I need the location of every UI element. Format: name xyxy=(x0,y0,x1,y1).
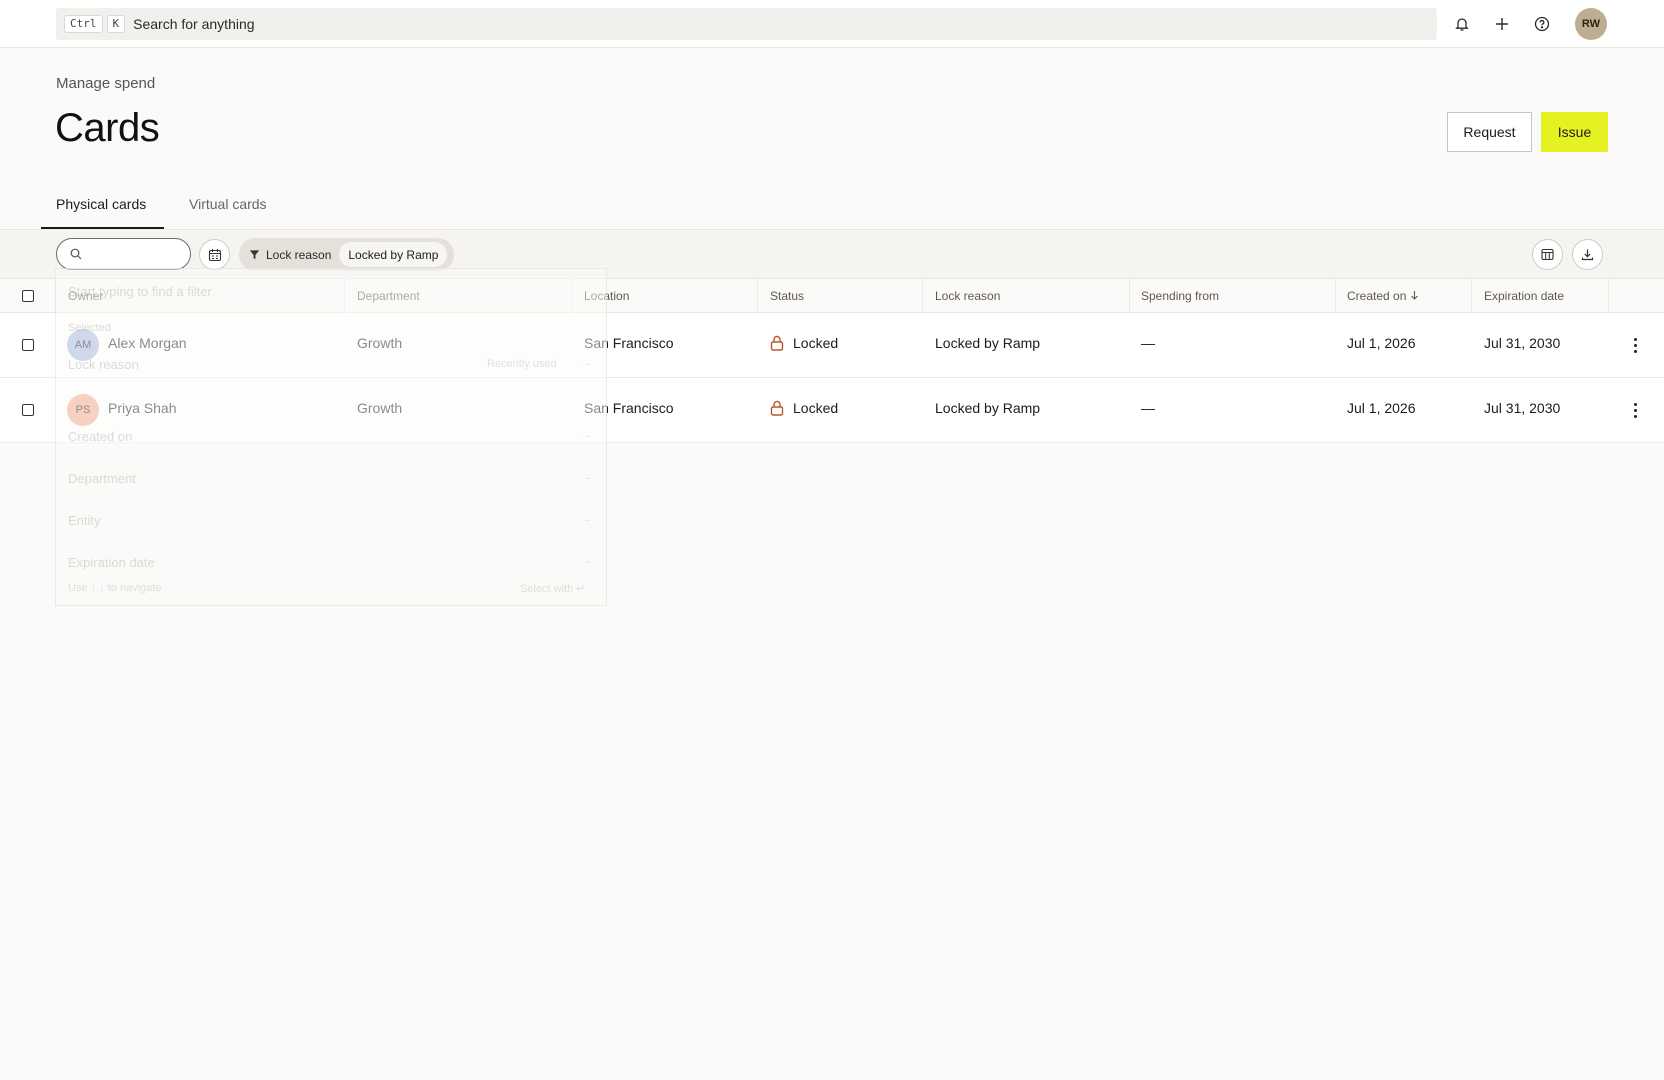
footer-navigate: to navigate xyxy=(107,582,162,594)
bell-icon[interactable] xyxy=(1450,12,1474,36)
col-owner[interactable]: Owner xyxy=(68,289,103,303)
table-search-input[interactable] xyxy=(88,246,183,262)
table-search[interactable] xyxy=(56,238,191,270)
plus-icon[interactable] xyxy=(1490,12,1514,36)
footer-use: Use xyxy=(68,582,88,594)
col-lock-reason[interactable]: Lock reason xyxy=(935,289,1000,303)
col-spending-from[interactable]: Spending from xyxy=(1141,289,1219,303)
breadcrumb[interactable]: Manage spend xyxy=(56,75,155,92)
global-search-placeholder: Search for anything xyxy=(133,16,255,32)
col-department[interactable]: Department xyxy=(357,289,420,303)
spending-from-cell: — xyxy=(1141,335,1155,351)
footer-select: Select with xyxy=(520,583,574,595)
request-button[interactable]: Request xyxy=(1447,112,1532,152)
location-cell: San Francisco xyxy=(584,335,674,351)
col-expiration-date[interactable]: Expiration date xyxy=(1484,289,1564,303)
spending-from-cell: — xyxy=(1141,400,1155,416)
tab-physical-cards[interactable]: Physical cards xyxy=(56,196,146,212)
owner-name[interactable]: Priya Shah xyxy=(108,400,176,416)
issue-button[interactable]: Issue xyxy=(1541,112,1608,152)
col-created-on[interactable]: Created on xyxy=(1347,289,1419,303)
row-checkbox[interactable] xyxy=(22,339,34,351)
tab-virtual-cards[interactable]: Virtual cards xyxy=(189,196,267,212)
table-toolbar: Lock reason Locked by Ramp xyxy=(0,231,1664,278)
department-cell: Growth xyxy=(357,335,403,351)
filter-chip-label: Lock reason xyxy=(266,247,332,262)
row-more-icon[interactable] xyxy=(1628,400,1642,420)
created-on-cell: Jul 1, 2026 xyxy=(1347,335,1416,351)
filter-menu-footer-right: Select with ↵ xyxy=(520,583,586,595)
columns-icon xyxy=(1541,248,1554,261)
filter-options-button[interactable] xyxy=(199,239,230,270)
status-badge: Locked xyxy=(793,335,839,351)
expiration-cell: Jul 31, 2030 xyxy=(1484,335,1561,351)
filter-chip-lock-reason[interactable]: Lock reason Locked by Ramp xyxy=(239,238,454,271)
help-icon[interactable] xyxy=(1530,12,1554,36)
tab-bar: Physical cards Virtual cards xyxy=(0,184,1664,230)
table-header: Owner Department Location Status Lock re… xyxy=(0,278,1664,313)
user-avatar[interactable]: RW xyxy=(1575,8,1607,40)
search-icon xyxy=(70,248,82,260)
col-created-on-label: Created on xyxy=(1347,289,1407,303)
avatar: AM xyxy=(67,329,99,361)
filter-icon xyxy=(249,250,260,260)
filter-menu-item: Entity xyxy=(68,513,101,528)
lock-icon xyxy=(770,335,784,351)
kbd-k: K xyxy=(106,15,126,33)
page-title: Cards xyxy=(55,106,160,150)
lock-reason-cell: Locked by Ramp xyxy=(935,335,1041,351)
arrow-right-icon: → xyxy=(581,471,592,483)
table-row[interactable]: AM Alex Morgan Growth San Francisco Lock… xyxy=(0,313,1664,378)
avatar: PS xyxy=(67,394,99,426)
col-location[interactable]: Location xyxy=(584,289,629,303)
location-cell: San Francisco xyxy=(584,400,674,416)
lock-reason-cell: Locked by Ramp xyxy=(935,400,1041,416)
active-tab-indicator xyxy=(41,227,164,229)
status-badge: Locked xyxy=(793,400,839,416)
arrow-right-icon: → xyxy=(581,555,592,567)
lock-icon xyxy=(770,400,784,416)
columns-button[interactable] xyxy=(1532,239,1563,270)
filter-menu-footer-left: Use ↑ ↓ to navigate xyxy=(68,582,162,594)
filter-menu-item: Expiration date xyxy=(68,555,155,570)
calendar-filter-icon xyxy=(208,248,221,261)
filter-chip-value[interactable]: Locked by Ramp xyxy=(339,242,448,267)
download-button[interactable] xyxy=(1572,239,1603,270)
row-more-icon[interactable] xyxy=(1628,335,1642,355)
filter-menu-item: Department xyxy=(68,471,136,486)
created-on-cell: Jul 1, 2026 xyxy=(1347,400,1416,416)
department-cell: Growth xyxy=(357,400,403,416)
top-bar: Ctrl K Search for anything RW xyxy=(0,0,1664,48)
table-row[interactable]: PS Priya Shah Growth San Francisco Locke… xyxy=(0,378,1664,443)
sort-desc-icon xyxy=(1410,291,1418,300)
expiration-cell: Jul 31, 2030 xyxy=(1484,400,1561,416)
download-icon xyxy=(1581,249,1594,261)
select-all-checkbox[interactable] xyxy=(22,290,34,302)
col-status[interactable]: Status xyxy=(770,289,804,303)
owner-name[interactable]: Alex Morgan xyxy=(108,335,187,351)
arrow-right-icon: → xyxy=(581,513,592,525)
kbd-ctrl: Ctrl xyxy=(64,15,103,33)
row-checkbox[interactable] xyxy=(22,404,34,416)
global-search[interactable]: Ctrl K Search for anything xyxy=(56,8,1437,40)
